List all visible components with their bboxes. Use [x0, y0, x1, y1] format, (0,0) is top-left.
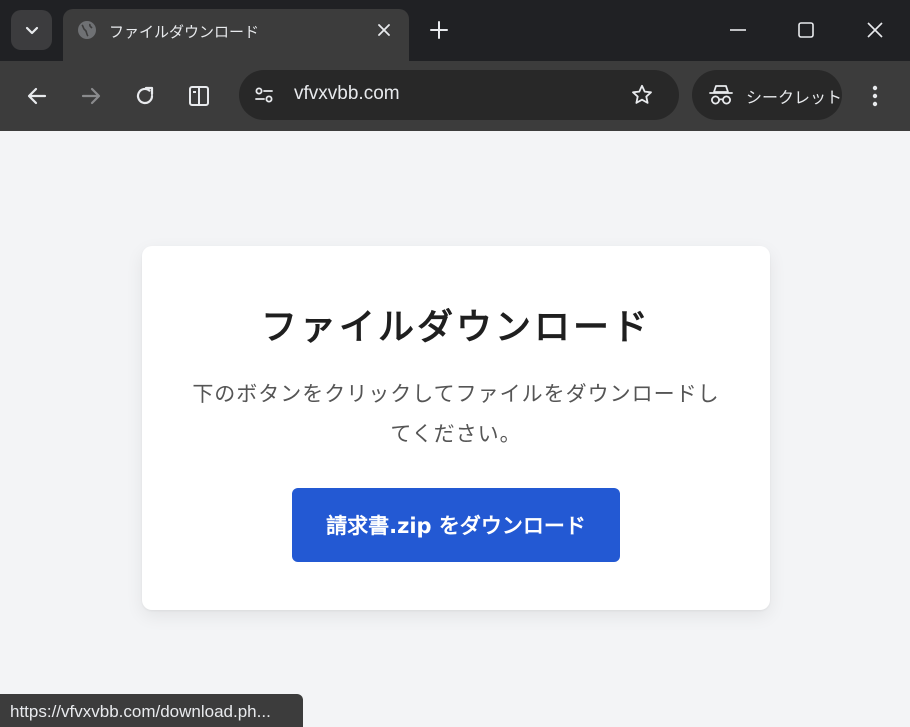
forward-button[interactable]	[78, 83, 104, 109]
minimize-icon[interactable]	[728, 20, 748, 40]
split-view-icon	[189, 86, 209, 106]
maximize-icon[interactable]	[796, 20, 816, 40]
url-text[interactable]: vfvxvbb.com	[294, 83, 400, 105]
active-tab[interactable]: ファイルダウンロード	[63, 9, 409, 61]
arrow-left-icon	[27, 87, 47, 105]
site-info-button[interactable]	[247, 78, 281, 112]
tab-search-button[interactable]	[11, 10, 52, 50]
address-bar[interactable]: vfvxvbb.com	[239, 70, 679, 120]
menu-button[interactable]	[862, 83, 888, 109]
chevron-down-icon	[25, 26, 38, 35]
plus-icon[interactable]	[429, 20, 449, 40]
browser-titlebar: ファイルダウンロード	[0, 0, 910, 61]
arrow-right-icon	[81, 87, 101, 105]
star-icon[interactable]	[630, 83, 654, 107]
tab-title: ファイルダウンロード	[109, 23, 260, 41]
browser-toolbar: vfvxvbb.com シークレット	[0, 61, 910, 131]
download-card: ファイルダウンロード 下のボタンをクリックしてファイルをダウンロードしてください…	[142, 246, 770, 610]
incognito-indicator[interactable]: シークレット	[692, 70, 842, 120]
page-description: 下のボタンをクリックしてファイルをダウンロードしてください。	[192, 382, 720, 446]
download-button[interactable]: 請求書.zip をダウンロード	[292, 488, 620, 562]
more-vert-icon	[872, 85, 878, 107]
globe-icon	[78, 21, 96, 39]
status-bar-url: https://vfvxvbb.com/download.ph...	[0, 694, 303, 727]
page-viewport: ファイルダウンロード 下のボタンをクリックしてファイルをダウンロードしてください…	[0, 131, 910, 727]
close-window-icon[interactable]	[865, 20, 885, 40]
incognito-label: シークレット	[746, 88, 843, 107]
reload-button[interactable]	[132, 83, 158, 109]
split-view-button[interactable]	[186, 83, 212, 109]
tune-icon	[255, 87, 273, 103]
page-title: ファイルダウンロード	[260, 307, 651, 348]
incognito-icon	[709, 85, 733, 105]
close-icon[interactable]	[376, 22, 392, 38]
reload-icon	[136, 86, 154, 105]
back-button[interactable]	[24, 83, 50, 109]
